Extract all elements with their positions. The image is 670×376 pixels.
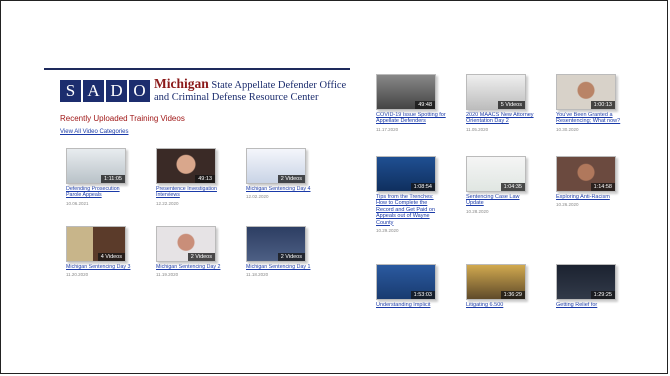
duration-badge: 1:00:13 bbox=[590, 101, 615, 109]
video-thumbnail[interactable]: 1:04:35 bbox=[466, 156, 526, 192]
video-title-link[interactable]: Litigating 6.500 bbox=[466, 302, 536, 308]
duration-badge: 1:04:35 bbox=[500, 183, 525, 191]
video-title-link[interactable]: 2020 MAACS New Attorney Orientation Day … bbox=[466, 112, 536, 125]
video-thumbnail[interactable]: 1:08:54 bbox=[376, 156, 436, 192]
video-tile[interactable]: 1:11:05 Defending Prosecution Parole App… bbox=[66, 148, 136, 206]
sado-logo[interactable]: S A D O bbox=[60, 80, 150, 102]
video-tile[interactable]: 1:29:25 Getting Relief for bbox=[556, 264, 626, 308]
video-thumbnail[interactable]: 5 Videos bbox=[466, 74, 526, 110]
video-tile[interactable]: 1:04:35 Sentencing Case Law Update 10.28… bbox=[466, 156, 536, 214]
duration-badge: 49:48 bbox=[415, 101, 435, 109]
header-rule bbox=[44, 68, 350, 70]
video-tile[interactable]: 1:53:03 Understanding Implicit bbox=[376, 264, 446, 308]
video-date: 10.30.2020 bbox=[556, 126, 579, 132]
video-date: 11.18.2020 bbox=[246, 272, 269, 278]
video-title-link[interactable]: You've Been Granted a Resentencing; What… bbox=[556, 112, 626, 125]
duration-badge: 1:14:58 bbox=[590, 183, 615, 191]
video-date: 10.28.2020 bbox=[466, 208, 489, 214]
video-title-link[interactable]: Exploring Anti-Racism bbox=[556, 194, 626, 200]
video-thumbnail[interactable]: 1:14:58 bbox=[556, 156, 616, 192]
video-thumbnail[interactable]: 1:36:29 bbox=[466, 264, 526, 300]
video-tile[interactable]: 1:00:13 You've Been Granted a Resentenci… bbox=[556, 74, 626, 132]
video-thumbnail[interactable]: 2 Videos bbox=[246, 148, 306, 184]
video-tile[interactable]: 1:14:58 Exploring Anti-Racism 10.26.2020 bbox=[556, 156, 626, 207]
video-date: 11.20.2020 bbox=[66, 272, 89, 278]
video-title-link[interactable]: Getting Relief for bbox=[556, 302, 626, 308]
video-title-link[interactable]: Defending Prosecution Parole Appeals bbox=[66, 186, 136, 199]
video-tile[interactable]: 1:08:54 Tips from the Trenches: How to C… bbox=[376, 156, 446, 233]
video-thumbnail[interactable]: 2 Videos bbox=[246, 226, 306, 262]
video-date: 10.29.2020 bbox=[376, 228, 399, 234]
video-thumbnail[interactable]: 49:48 bbox=[376, 74, 436, 110]
video-date: 10.26.2020 bbox=[556, 202, 579, 208]
video-count-badge: 2 Videos bbox=[277, 253, 305, 261]
duration-badge: 49:13 bbox=[195, 175, 215, 183]
video-title-link[interactable]: Michigan Sentencing Day 1 bbox=[246, 264, 316, 270]
video-date: 11.05.2020 bbox=[466, 126, 489, 132]
video-title-link[interactable]: Sentencing Case Law Update bbox=[466, 194, 536, 207]
video-tile[interactable]: 4 Videos Michigan Sentencing Day 3 11.20… bbox=[66, 226, 136, 277]
video-count-badge: 2 Videos bbox=[187, 253, 215, 261]
video-date: 10.06.2021 bbox=[66, 200, 89, 206]
logo-letter: A bbox=[83, 80, 104, 102]
video-title-link[interactable]: Michigan Sentencing Day 2 bbox=[156, 264, 226, 270]
video-title-link[interactable]: Tips from the Trenches: How to Complete … bbox=[376, 194, 446, 226]
video-title-link[interactable]: Michigan Sentencing Day 4 bbox=[246, 186, 316, 192]
recent-videos-heading: Recently Uploaded Training Videos bbox=[60, 114, 185, 123]
logo-letter: S bbox=[60, 80, 81, 102]
video-tile[interactable]: 2 Videos Michigan Sentencing Day 4 12.02… bbox=[246, 148, 316, 199]
video-tile[interactable]: 49:48 COVID-19 Issue Spotting for Appell… bbox=[376, 74, 446, 132]
video-title-link[interactable]: Presentence Investigation Interviews bbox=[156, 186, 226, 199]
video-thumbnail[interactable]: 1:53:03 bbox=[376, 264, 436, 300]
video-title-link[interactable]: Understanding Implicit bbox=[376, 302, 446, 308]
logo-letter: D bbox=[106, 80, 127, 102]
video-tile[interactable]: 5 Videos 2020 MAACS New Attorney Orienta… bbox=[466, 74, 536, 132]
sado-page-screenshot: S A D O Michigan State Appellate Defende… bbox=[44, 68, 350, 300]
video-count-badge: 5 Videos bbox=[497, 101, 525, 109]
video-date: 11.19.2020 bbox=[156, 272, 179, 278]
org-name: Michigan State Appellate Defender Office… bbox=[154, 76, 350, 104]
video-title-link[interactable]: COVID-19 Issue Spotting for Appellate De… bbox=[376, 112, 446, 125]
video-thumbnail[interactable]: 2 Videos bbox=[156, 226, 216, 262]
video-grid-screenshot: 49:48 COVID-19 Issue Spotting for Appell… bbox=[358, 64, 648, 310]
duration-badge: 1:11:05 bbox=[101, 175, 125, 183]
video-count-badge: 2 Videos bbox=[277, 175, 305, 183]
video-tile[interactable]: 2 Videos Michigan Sentencing Day 2 11.19… bbox=[156, 226, 226, 277]
duration-badge: 1:29:25 bbox=[590, 291, 615, 299]
view-all-link[interactable]: View All Video Categories bbox=[60, 129, 129, 135]
duration-badge: 1:53:03 bbox=[410, 291, 435, 299]
video-tile[interactable]: 1:36:29 Litigating 6.500 bbox=[466, 264, 536, 308]
video-thumbnail[interactable]: 4 Videos bbox=[66, 226, 126, 262]
video-thumbnail[interactable]: 1:11:05 bbox=[66, 148, 126, 184]
video-date: 11.17.2020 bbox=[376, 126, 399, 132]
video-date: 12.02.2020 bbox=[246, 194, 269, 200]
video-date: 12.22.2020 bbox=[156, 200, 179, 206]
logo-letter: O bbox=[129, 80, 150, 102]
video-thumbnail[interactable]: 1:00:13 bbox=[556, 74, 616, 110]
video-tile[interactable]: 49:13 Presentence Investigation Intervie… bbox=[156, 148, 226, 206]
duration-badge: 1:08:54 bbox=[410, 183, 435, 191]
video-title-link[interactable]: Michigan Sentencing Day 3 bbox=[66, 264, 136, 270]
video-thumbnail[interactable]: 1:29:25 bbox=[556, 264, 616, 300]
video-thumbnail[interactable]: 49:13 bbox=[156, 148, 216, 184]
duration-badge: 1:36:29 bbox=[500, 291, 525, 299]
org-name-bold: Michigan bbox=[154, 76, 209, 91]
video-count-badge: 4 Videos bbox=[97, 253, 125, 261]
video-tile[interactable]: 2 Videos Michigan Sentencing Day 1 11.18… bbox=[246, 226, 316, 277]
